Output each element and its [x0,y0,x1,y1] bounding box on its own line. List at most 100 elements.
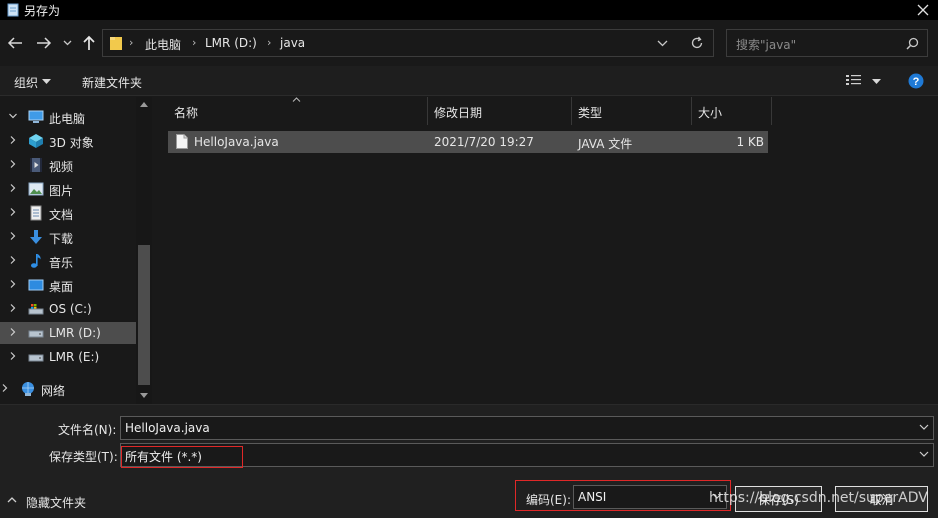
documents-icon [28,205,44,221]
nav-item-label: 下载 [49,232,74,246]
up-button[interactable] [79,33,99,53]
nav-item-videos[interactable]: 视频 [0,154,136,176]
refresh-icon [691,36,703,49]
chevron-right-icon [10,232,16,240]
network-icon [20,381,36,397]
chevron-right-icon [10,352,16,360]
nav-item-documents[interactable]: 文档 [0,202,136,224]
scroll-up-icon[interactable] [140,102,148,107]
breadcrumb-drive-d[interactable]: LMR (D:) [205,36,257,50]
chevron-right-icon [10,160,16,168]
chevron-up-icon [7,497,17,503]
filetype-highlight-box [121,446,243,468]
download-icon [28,229,44,245]
encoding-label: 编码(E): [526,493,571,507]
nav-item-label: 音乐 [49,256,74,270]
arrow-right-icon [37,37,52,49]
column-header-label: 类型 [578,106,603,120]
nav-item-this-pc[interactable]: 此电脑 [0,106,136,128]
back-button[interactable] [5,33,25,53]
nav-item-label: 视频 [49,160,74,174]
close-button[interactable] [908,0,938,20]
search-placeholder: 搜索"java" [736,38,797,52]
recent-locations-button[interactable] [59,33,75,53]
filename-value: HelloJava.java [125,421,210,435]
cube-3d-icon [28,133,44,149]
watermark: https://blog.csdn.net/superADV [709,490,928,506]
nav-item-label: 桌面 [49,280,74,294]
column-header-label: 修改日期 [434,106,483,120]
organize-label: 组织 [14,76,39,90]
nav-item-pictures[interactable]: 图片 [0,178,136,200]
hide-folders-toggle[interactable] [7,497,17,503]
close-icon [917,4,929,16]
chevron-down-icon [63,40,71,46]
column-header-label: 大小 [698,106,723,120]
drive-icon [28,349,44,365]
details-view-icon [846,75,861,85]
address-bar[interactable]: › 此电脑 › LMR (D:) › java [102,29,714,57]
file-type: JAVA 文件 [578,137,633,151]
nav-item-label: 图片 [49,184,74,198]
column-header-label: 名称 [174,106,199,120]
file-modified: 2021/7/20 19:27 [434,135,534,149]
nav-item-3d-objects[interactable]: 3D 对象 [0,130,136,152]
notepad-icon [6,3,20,17]
chevron-right-icon [10,184,16,192]
chevron-right-icon [10,328,16,336]
organize-button[interactable]: 组织 [14,74,38,91]
chevron-right-icon [2,384,8,392]
chevron-right-icon [10,136,16,144]
nav-item-drive-c[interactable]: OS (C:) [0,298,136,320]
breadcrumb-this-pc[interactable]: 此电脑 [145,36,181,53]
file-size: 1 KB [736,135,764,149]
column-header-modified[interactable]: 修改日期 [428,97,572,125]
organize-chevron-icon [42,79,51,84]
filetype-label: 保存类型(T): [49,450,118,464]
nav-item-label: 此电脑 [49,112,86,126]
window-title: 另存为 [24,4,61,18]
chevron-right-icon [10,280,16,288]
nav-item-desktop[interactable]: 桌面 [0,274,136,296]
filename-input[interactable]: HelloJava.java [120,416,934,440]
chevron-right-icon [10,208,16,216]
view-chevron-icon[interactable] [872,79,881,84]
nav-item-network[interactable]: 网络 [0,378,128,400]
nav-item-drive-d[interactable]: LMR (D:) [0,322,136,344]
forward-button[interactable] [34,33,54,53]
column-header-type[interactable]: 类型 [572,97,692,125]
nav-item-label: 文档 [49,208,74,222]
table-row[interactable]: HelloJava.java 2021/7/20 19:27 JAVA 文件 1… [168,131,768,153]
new-folder-button[interactable]: 新建文件夹 [82,74,142,91]
encoding-value: ANSI [578,490,607,504]
refresh-button[interactable] [690,36,704,50]
scroll-down-icon[interactable] [140,393,148,398]
chevron-down-icon [919,451,929,457]
view-options-button[interactable] [846,74,862,86]
help-button[interactable]: ? [908,73,924,89]
column-header-name[interactable]: 名称 [168,97,428,125]
arrow-left-icon [7,37,22,49]
encoding-select[interactable]: ANSI [573,485,727,509]
arrow-up-icon [83,35,95,50]
nav-item-music[interactable]: 音乐 [0,250,136,272]
nav-scrollbar-thumb[interactable] [138,245,150,385]
address-history-button[interactable] [657,40,668,47]
hide-folders-label[interactable]: 隐藏文件夹 [26,494,86,511]
music-icon [28,253,44,269]
svg-text:?: ? [913,76,920,88]
nav-item-downloads[interactable]: 下载 [0,226,136,248]
chevron-down-icon [919,424,929,430]
filename-label: 文件名(N): [58,423,117,437]
chevron-right-icon [10,304,16,312]
chevron-right-icon [10,256,16,264]
file-name: HelloJava.java [194,135,279,149]
search-input[interactable]: 搜索"java" [726,29,928,57]
chevron-down-icon [9,113,17,119]
breadcrumb-java[interactable]: java [280,36,305,50]
column-header-size[interactable]: 大小 [692,97,772,125]
drive-c-icon [28,301,44,317]
nav-item-label: LMR (D:) [49,326,101,340]
nav-item-label: 3D 对象 [49,136,94,150]
nav-item-drive-e[interactable]: LMR (E:) [0,346,136,368]
